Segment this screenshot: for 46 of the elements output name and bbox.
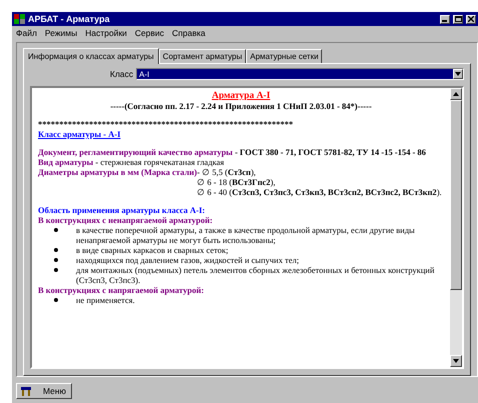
menu-item[interactable]: Режимы: [44, 28, 78, 38]
bullet-icon: [54, 268, 58, 272]
bullet-icon: [54, 228, 58, 232]
section-heading: Область применения арматуры класса А-I:: [38, 205, 206, 215]
tab[interactable]: Информация о классах арматуры: [23, 48, 159, 64]
bullet-icon: [54, 298, 58, 302]
bullet-text: в качестве поперечной арматуры, а также в качестве продольной арматуры, если другие виды ненапрягаемой арматуры не могут быть использованы;: [75, 225, 416, 245]
scroll-up-icon: [453, 92, 459, 96]
document-title: Арматура А-I: [210, 91, 272, 101]
menu-button[interactable]: Меню: [16, 383, 72, 399]
maximize-icon: [454, 16, 462, 22]
window-title: АРБАТ - Арматура: [28, 14, 111, 24]
tab[interactable]: Сортамент арматуры: [158, 49, 246, 63]
property-line: Вид арматуры - стержневая горячекатаная гладкая: [38, 157, 226, 167]
scrollbar[interactable]: [450, 88, 462, 367]
asterisk-rule: ************************************************************: [38, 119, 294, 129]
class-link[interactable]: Класс арматуры - А-I: [38, 129, 120, 139]
class-dropdown[interactable]: A-I: [136, 68, 464, 80]
class-label: Класс: [110, 69, 134, 79]
bullet-text: для монтажных (подъемных) петель элементов сборных железобетонных и бетонных конструкций (Ст3сп3, Ст3пс3).: [75, 265, 436, 285]
menu-item[interactable]: Сервис: [134, 28, 164, 38]
close-icon: [468, 16, 474, 22]
property-line: Документ, регламентирующий качество арматуры - ГОСТ 380 - 71, ГОСТ 5781-82, ТУ 14 -15 -154 - 86: [38, 147, 427, 157]
bullet-text: в виде сварных каркасов и сварных сеток;: [75, 245, 228, 255]
tab[interactable]: Арматурные сетки: [246, 49, 322, 63]
menu-item[interactable]: Настройки: [85, 28, 127, 38]
bullet-icon: [54, 248, 58, 252]
minimize-button[interactable]: [440, 14, 450, 24]
document-subtitle: -----(Согласно пп. 2.17 - 2.24 и Приложения 1 СНиП 2.03.01 - 84*)-----: [109, 101, 373, 111]
table-icon: [21, 386, 31, 396]
diameter-line: ∅ 6 - 18 (ВСт3Гпс2),: [197, 177, 276, 187]
close-button[interactable]: [466, 14, 476, 24]
diameter-line: - ∅ 5,5 (Ст3сп),: [197, 167, 257, 177]
section-subheading: В конструкциях с ненапрягаемой арматурой:: [38, 215, 214, 225]
bullet-text: находящихся под давлением газов, жидкостей и сыпучих тел;: [75, 255, 299, 265]
bullet-text: не применяется.: [75, 295, 135, 305]
dropdown-arrow-icon: [455, 72, 461, 76]
maximize-button[interactable]: [453, 14, 463, 24]
property-label: Диаметры арматуры в мм (Марка стали): [38, 167, 198, 179]
scroll-down-icon: [453, 359, 459, 363]
menu-item[interactable]: Справка: [172, 28, 206, 38]
menu-item[interactable]: Файл: [16, 28, 37, 38]
section-subheading: В конструкциях с напрягаемой арматурой:: [38, 285, 205, 295]
app-icon: [14, 14, 25, 24]
diameter-line: ∅ 6 - 40 (Ст3сп3, Ст3пс3, Ст3кп3, ВСт3сп2, ВСт3пс2, ВСт3кп2).: [197, 187, 443, 197]
bullet-icon: [54, 258, 58, 262]
